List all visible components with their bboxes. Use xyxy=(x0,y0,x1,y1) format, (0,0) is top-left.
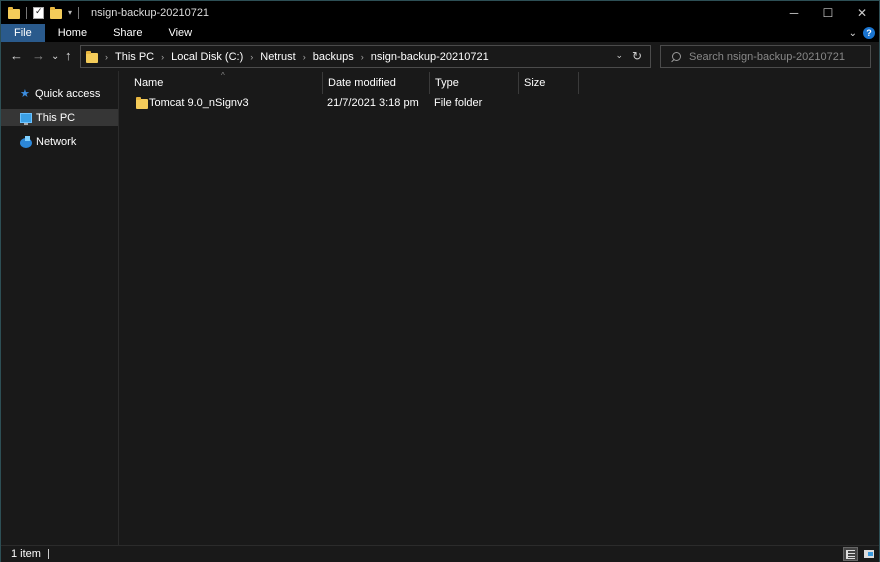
file-list: ^ Name Date modified Type Size Tomcat 9.… xyxy=(119,71,879,545)
chevron-right-icon[interactable]: › xyxy=(105,52,108,62)
computer-icon xyxy=(20,112,32,125)
sidebar-item-label: Quick access xyxy=(35,87,101,100)
quick-access-toolbar: ▾ xyxy=(1,1,85,24)
sidebar-item-label: This PC xyxy=(36,111,76,124)
search-icon xyxy=(671,51,681,62)
ribbon-right-controls: ⌄ ? xyxy=(849,24,875,42)
large-icons-view-button[interactable] xyxy=(861,547,876,561)
explorer-window: ▾ nsign-backup-20210721 ─ ☐ ✕ File Home … xyxy=(0,0,880,562)
breadcrumb-current-folder[interactable]: nsign-backup-20210721 xyxy=(371,51,489,63)
details-view-icon xyxy=(846,549,855,559)
status-bar: 1 item xyxy=(1,545,879,562)
large-icons-view-icon xyxy=(863,550,874,558)
close-button[interactable]: ✕ xyxy=(845,1,879,24)
minimize-button[interactable]: ─ xyxy=(777,1,811,24)
column-header-type[interactable]: Type xyxy=(430,72,519,94)
title-bar: ▾ nsign-backup-20210721 ─ ☐ ✕ xyxy=(1,1,879,24)
tab-file[interactable]: File xyxy=(1,24,45,42)
chevron-right-icon[interactable]: › xyxy=(161,52,164,62)
column-header-size[interactable]: Size xyxy=(519,72,579,94)
sidebar-item-network[interactable]: Network xyxy=(1,133,118,150)
back-button[interactable]: ← xyxy=(10,49,23,63)
search-box[interactable]: Search nsign-backup-20210721 xyxy=(660,45,871,68)
address-dropdown-chevron-icon[interactable]: ⌄ xyxy=(615,50,623,61)
breadcrumb-backups[interactable]: backups xyxy=(313,51,354,63)
tab-view[interactable]: View xyxy=(155,24,205,42)
breadcrumb-netrust[interactable]: Netrust xyxy=(260,51,295,63)
window-title: nsign-backup-20210721 xyxy=(91,6,210,19)
expand-ribbon-chevron-icon[interactable]: ⌄ xyxy=(849,28,857,39)
help-icon[interactable]: ? xyxy=(863,27,875,39)
table-row[interactable]: Tomcat 9.0_nSignv3 21/7/2021 3:18 pm Fil… xyxy=(129,93,579,113)
properties-icon[interactable] xyxy=(33,6,44,19)
forward-button[interactable]: → xyxy=(32,49,45,63)
refresh-icon[interactable]: ↻ xyxy=(632,49,642,63)
view-switcher xyxy=(843,547,876,561)
sidebar-item-this-pc[interactable]: This PC xyxy=(1,109,118,126)
breadcrumb-local-disk[interactable]: Local Disk (C:) xyxy=(171,51,243,63)
folder-icon xyxy=(86,50,98,63)
chevron-right-icon[interactable]: › xyxy=(250,52,253,62)
breadcrumb-this-pc[interactable]: This PC xyxy=(115,51,154,63)
status-divider xyxy=(47,549,49,559)
folder-icon xyxy=(136,97,148,109)
tab-share[interactable]: Share xyxy=(100,24,155,42)
maximize-button[interactable]: ☐ xyxy=(811,1,845,24)
window-controls: ─ ☐ ✕ xyxy=(777,1,879,24)
column-header-name[interactable]: Name xyxy=(129,72,323,94)
navigation-bar: ← → ⌄ ↑ › This PC › Local Disk (C:) › Ne… xyxy=(1,42,879,71)
star-icon: ★ xyxy=(20,88,30,100)
up-button[interactable]: ↑ xyxy=(65,49,72,63)
column-header-date-modified[interactable]: Date modified xyxy=(323,72,430,94)
file-type: File folder xyxy=(434,97,483,109)
address-bar[interactable]: › This PC › Local Disk (C:) › Netrust › … xyxy=(80,45,651,68)
recent-locations-chevron-icon[interactable]: ⌄ xyxy=(51,50,59,64)
ribbon-tabs: File Home Share View ⌄ ? xyxy=(1,24,879,42)
sidebar-item-label: Network xyxy=(36,135,77,148)
chevron-right-icon[interactable]: › xyxy=(361,52,364,62)
toolbar-divider xyxy=(26,6,27,19)
navigation-pane: ★ Quick access This PC Network xyxy=(1,71,119,545)
file-date-modified: 21/7/2021 3:18 pm xyxy=(327,97,419,109)
details-view-button[interactable] xyxy=(843,547,858,561)
search-input[interactable]: Search nsign-backup-20210721 xyxy=(689,51,845,63)
folder-icon xyxy=(8,6,20,19)
item-count: 1 item xyxy=(11,548,41,560)
chevron-right-icon[interactable]: › xyxy=(303,52,306,62)
network-icon xyxy=(20,135,32,148)
new-folder-icon[interactable] xyxy=(50,6,62,19)
customize-toolbar-chevron-icon[interactable]: ▾ xyxy=(68,8,72,17)
file-name: Tomcat 9.0_nSignv3 xyxy=(149,97,249,109)
sidebar-item-quick-access[interactable]: ★ Quick access xyxy=(1,85,118,102)
tab-home[interactable]: Home xyxy=(45,24,100,42)
toolbar-divider xyxy=(78,6,80,19)
